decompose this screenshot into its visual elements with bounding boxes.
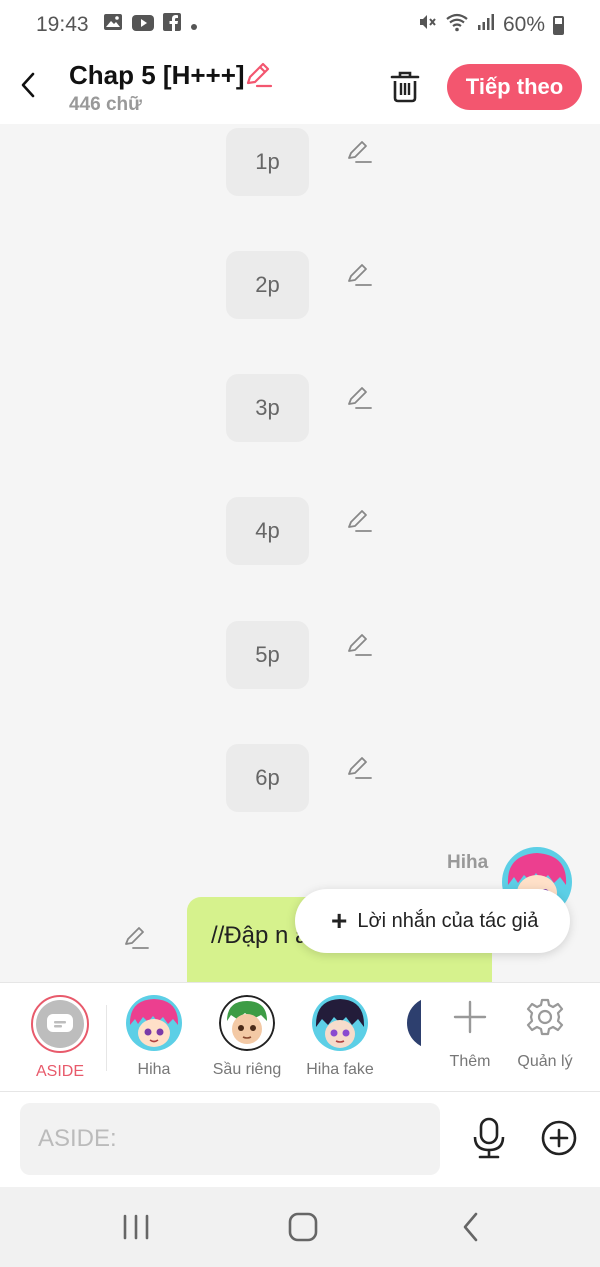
character-name: Hiha: [137, 1061, 171, 1078]
character-bar: ASIDE Hiha Sầu riêng Hiha fake Thêm Quản…: [0, 982, 600, 1092]
pause-block[interactable]: 5p: [226, 621, 309, 689]
battery-percent: 60%: [502, 13, 545, 36]
recent-apps-button[interactable]: [116, 1209, 156, 1245]
divider: [106, 1005, 107, 1071]
message-input[interactable]: [20, 1103, 440, 1175]
gear-icon: [525, 997, 565, 1037]
plus-icon: +: [331, 905, 348, 936]
author-note-label: Lời nhắn của tác giả: [357, 909, 539, 932]
microphone-button[interactable]: [470, 1117, 508, 1159]
speaker-name: Hiha: [447, 852, 489, 873]
battery-icon: [553, 15, 564, 35]
next-button[interactable]: Tiếp theo: [447, 64, 582, 110]
pause-block[interactable]: 4p: [226, 497, 309, 565]
pause-block[interactable]: 2p: [226, 251, 309, 319]
back-button[interactable]: [14, 68, 42, 102]
back-icon: [463, 1212, 478, 1242]
aside-avatar: [31, 995, 89, 1053]
manage-label: Quản lý: [517, 1053, 573, 1070]
back-nav-button[interactable]: [452, 1209, 492, 1245]
system-nav-bar: [0, 1187, 600, 1267]
clock: 19:43: [36, 13, 89, 36]
add-content-button[interactable]: [540, 1119, 578, 1157]
youtube-icon: [131, 13, 154, 37]
edit-pencil-icon[interactable]: [345, 754, 373, 782]
plus-circle-icon: [541, 1120, 577, 1156]
author-note-button[interactable]: + Lời nhắn của tác giả: [295, 889, 570, 953]
wifi-icon: [445, 12, 469, 38]
manage-characters-button[interactable]: Quản lý: [510, 997, 580, 1071]
edit-pencil-icon[interactable]: [345, 384, 373, 412]
pause-block[interactable]: 1p: [226, 128, 309, 196]
chapter-header: Chap 5 [H+++] 446 chữ Tiếp theo: [0, 50, 600, 124]
pause-block[interactable]: 3p: [226, 374, 309, 442]
edit-title-icon[interactable]: [243, 60, 273, 90]
delete-button[interactable]: [388, 68, 422, 104]
character-name: Hiha fake: [306, 1061, 374, 1078]
avatar: [126, 995, 182, 1051]
home-button[interactable]: [283, 1209, 323, 1245]
edit-pencil-icon[interactable]: [345, 507, 373, 535]
character-hiha-fake[interactable]: Hiha fake: [295, 995, 385, 1079]
character-partial-avatar[interactable]: [405, 995, 421, 1051]
character-aside[interactable]: ASIDE: [15, 995, 105, 1081]
mute-icon: [417, 12, 437, 38]
plus-icon: [450, 997, 490, 1037]
recent-apps-icon: [123, 1214, 149, 1240]
chapter-title[interactable]: Chap 5 [H+++]: [69, 60, 245, 91]
word-count: 446 chữ: [69, 94, 142, 115]
signal-icon: [477, 13, 495, 37]
dot-icon: [190, 13, 198, 37]
speech-bubble-icon: [47, 1014, 73, 1032]
input-row: [0, 1092, 600, 1187]
edit-pencil-icon[interactable]: [345, 261, 373, 289]
character-name: ASIDE: [35, 1063, 84, 1080]
avatar: [312, 995, 368, 1051]
home-icon: [288, 1212, 318, 1242]
edit-pencil-icon[interactable]: [345, 631, 373, 659]
microphone-icon: [473, 1117, 505, 1159]
chevron-left-icon: [21, 72, 35, 98]
pause-block[interactable]: 6p: [226, 744, 309, 812]
character-name: Sầu riêng: [212, 1061, 282, 1078]
add-label: Thêm: [449, 1053, 491, 1070]
status-bar: 19:43 60%: [0, 0, 600, 50]
edit-pencil-icon[interactable]: [122, 924, 150, 952]
edit-pencil-icon[interactable]: [345, 138, 373, 166]
add-character-button[interactable]: Thêm: [435, 997, 505, 1071]
avatar: [219, 995, 275, 1051]
facebook-icon: [162, 13, 181, 37]
character-hiha[interactable]: Hiha: [109, 995, 199, 1079]
character-sau-rieng[interactable]: Sầu riêng: [202, 995, 292, 1079]
gallery-icon: [103, 13, 123, 37]
chat-area[interactable]: 1p 2p 3p 4p 5p 6p Hiha //Đập n anh// + L…: [0, 124, 600, 982]
trash-icon: [390, 71, 420, 103]
